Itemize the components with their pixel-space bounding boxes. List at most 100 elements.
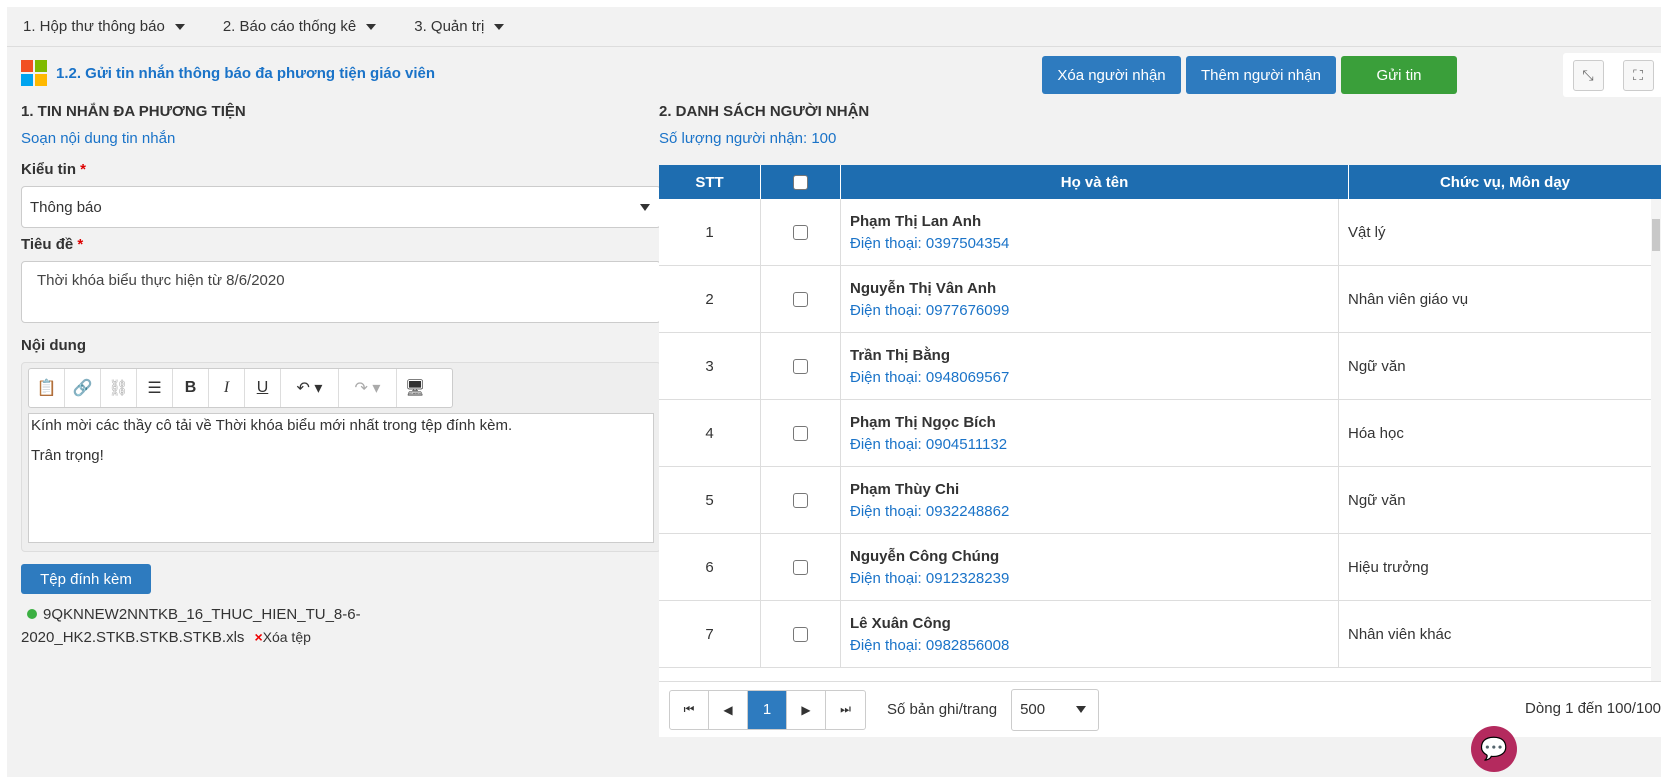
row-name: Nguyễn Thị Vân Anh bbox=[850, 279, 997, 297]
delete-file-label: Xóa tệp bbox=[262, 629, 311, 645]
select-all-checkbox[interactable] bbox=[793, 174, 808, 190]
recipient-count: Số lượng người nhận: 100 bbox=[659, 130, 837, 147]
row-role: Nhân viên giáo vụ bbox=[1348, 290, 1469, 308]
content-line-2: Trân trọng! bbox=[31, 447, 104, 464]
row-checkbox-cell bbox=[761, 400, 841, 466]
table-row: 1 Phạm Thị Lan Anh Điện thoại: 0397504354… bbox=[659, 199, 1661, 266]
status-dot-icon bbox=[27, 609, 37, 619]
row-name-cell: Phạm Thị Ngọc Bích Điện thoại: 0904511132 bbox=[841, 400, 1339, 466]
paste-icon[interactable]: 📋 bbox=[29, 369, 65, 407]
row-name: Lê Xuân Công bbox=[850, 614, 951, 632]
caret-down-icon bbox=[174, 23, 185, 30]
per-page-select[interactable]: 500 bbox=[1011, 688, 1100, 731]
page-title: 1.2. Gửi tin nhắn thông báo đa phương ti… bbox=[56, 64, 436, 82]
unlink-icon[interactable]: ⛓ bbox=[101, 369, 137, 407]
row-name-cell: Lê Xuân Công Điện thoại: 0982856008 bbox=[841, 601, 1339, 667]
row-phone: Điện thoại: 0912328239 bbox=[850, 569, 1010, 587]
underline-icon[interactable]: U bbox=[245, 369, 281, 407]
content-textarea[interactable]: Kính mời các thầy cô tải về Thời khóa bi… bbox=[28, 413, 654, 543]
type-select[interactable]: Thông báo bbox=[21, 186, 661, 228]
row-checkbox[interactable] bbox=[793, 291, 808, 307]
table-scrollbar[interactable] bbox=[1651, 199, 1661, 681]
row-checkbox-cell bbox=[761, 601, 841, 667]
scrollbar-thumb[interactable] bbox=[1652, 219, 1660, 251]
menu-admin[interactable]: 3. Quản trị bbox=[414, 18, 505, 35]
recipient-panel: 2. DANH SÁCH NGƯỜI NHẬN Số lượng người n… bbox=[659, 103, 1661, 737]
col-select-all bbox=[761, 165, 841, 199]
menu-reports-label: 2. Báo cáo thống kê bbox=[222, 18, 357, 35]
row-checkbox[interactable] bbox=[793, 358, 808, 374]
editor-toolbar: 📋 🔗 ⛓ ☰ B I U ↶ ▾ ↷ ▾ 🖥 bbox=[28, 368, 453, 408]
redo-icon[interactable]: ↷ ▾ bbox=[339, 369, 397, 407]
row-checkbox[interactable] bbox=[793, 559, 808, 575]
row-phone: Điện thoại: 0977676099 bbox=[850, 301, 1010, 319]
collapse-icon[interactable]: ⤡ bbox=[1572, 59, 1604, 91]
row-checkbox[interactable] bbox=[793, 224, 808, 240]
chat-bubble-icon[interactable]: 💬 bbox=[1471, 726, 1517, 772]
type-label-text: Kiểu tin bbox=[21, 161, 76, 178]
preview-icon[interactable]: 🖥 bbox=[397, 369, 433, 407]
bold-icon[interactable]: B bbox=[173, 369, 209, 407]
row-checkbox-cell bbox=[761, 199, 841, 265]
content-label: Nội dung bbox=[21, 337, 86, 354]
row-role: Nhân viên khác bbox=[1348, 625, 1452, 643]
fullscreen-icon[interactable]: ⛶ bbox=[1622, 59, 1654, 91]
undo-icon[interactable]: ↶ ▾ bbox=[281, 369, 339, 407]
row-stt: 2 bbox=[659, 266, 761, 332]
last-page-icon[interactable]: ⏭ bbox=[826, 691, 865, 729]
row-name-cell: Phạm Thị Lan Anh Điện thoại: 0397504354 bbox=[841, 199, 1339, 265]
next-page-icon[interactable]: ▶ bbox=[787, 690, 826, 729]
row-checkbox[interactable] bbox=[793, 492, 808, 508]
link-icon[interactable]: 🔗 bbox=[65, 369, 101, 407]
current-page[interactable]: 1 bbox=[748, 690, 787, 729]
row-name-cell: Trần Thị Bằng Điện thoại: 0948069567 bbox=[841, 333, 1339, 399]
add-recipient-button[interactable]: Thêm người nhận bbox=[1186, 56, 1336, 94]
subject-input[interactable]: Thời khóa biểu thực hiện từ 8/6/2020 bbox=[21, 261, 661, 323]
attached-file: 9QKNNEW2NNTKB_16_THUC_HIEN_TU_8-6-2020_H… bbox=[21, 604, 401, 649]
attach-file-button[interactable]: Tệp đính kèm bbox=[21, 564, 151, 594]
subject-label-text: Tiêu đề bbox=[21, 236, 74, 253]
caret-down-icon bbox=[366, 23, 377, 30]
row-name: Phạm Thùy Chi bbox=[850, 480, 960, 498]
delete-recipient-button[interactable]: Xóa người nhận bbox=[1042, 56, 1181, 94]
row-name: Nguyễn Công Chúng bbox=[850, 547, 1000, 565]
first-page-icon[interactable]: ⏮ bbox=[670, 690, 709, 729]
pagination: ⏮ ◀ 1 ▶ ⏭ Số bản ghi/trang 500 Dòng 1 đế… bbox=[659, 681, 1661, 737]
menu-reports[interactable]: 2. Báo cáo thống kê bbox=[222, 18, 377, 35]
italic-icon[interactable]: I bbox=[209, 369, 245, 407]
row-name: Phạm Thị Lan Anh bbox=[850, 212, 982, 230]
row-stt: 5 bbox=[659, 467, 761, 533]
per-page-label: Số bản ghi/trang bbox=[887, 701, 998, 718]
col-name: Họ và tên bbox=[841, 165, 1349, 199]
row-stt: 6 bbox=[659, 534, 761, 600]
menu-admin-label: 3. Quản trị bbox=[414, 18, 485, 35]
table-row: 4 Phạm Thị Ngọc Bích Điện thoại: 09045111… bbox=[659, 400, 1661, 467]
recipient-section-title: 2. DANH SÁCH NGƯỜI NHẬN bbox=[659, 103, 870, 120]
row-name-cell: Nguyễn Công Chúng Điện thoại: 0912328239 bbox=[841, 534, 1339, 600]
page-header: 1.2. Gửi tin nhắn thông báo đa phương ti… bbox=[7, 48, 1661, 98]
row-name: Phạm Thị Ngọc Bích bbox=[850, 413, 996, 431]
table-row: 5 Phạm Thùy Chi Điện thoại: 0932248862 Ng… bbox=[659, 467, 1661, 534]
row-checkbox-cell bbox=[761, 266, 841, 332]
menu-inbox[interactable]: 1. Hộp thư thông báo bbox=[23, 18, 185, 35]
row-name: Trần Thị Bằng bbox=[850, 346, 951, 364]
delete-file-button[interactable]: ×Xóa tệp bbox=[254, 629, 310, 645]
record-summary: Dòng 1 đến 100/100 bbox=[1525, 700, 1661, 717]
required-mark: * bbox=[77, 236, 84, 253]
row-checkbox[interactable] bbox=[793, 626, 808, 642]
row-phone: Điện thoại: 0948069567 bbox=[850, 368, 1010, 386]
content-line-1: Kính mời các thầy cô tải về Thời khóa bi… bbox=[31, 417, 513, 434]
table-header: STT Họ và tên Chức vụ, Môn dạy bbox=[659, 165, 1661, 199]
numbered-list-icon[interactable]: ☰ bbox=[137, 369, 173, 407]
dropdown-arrow-icon bbox=[640, 203, 650, 211]
send-button[interactable]: Gửi tin bbox=[1341, 56, 1457, 94]
recipient-table: STT Họ và tên Chức vụ, Môn dạy 1 Phạm Th… bbox=[659, 165, 1661, 681]
close-icon: × bbox=[254, 629, 263, 645]
prev-page-icon[interactable]: ◀ bbox=[709, 690, 748, 729]
col-stt: STT bbox=[659, 165, 761, 199]
row-stt: 3 bbox=[659, 333, 761, 399]
table-row: 2 Nguyễn Thị Vân Anh Điện thoại: 09776760… bbox=[659, 266, 1661, 333]
row-checkbox[interactable] bbox=[793, 425, 808, 441]
row-name-cell: Phạm Thùy Chi Điện thoại: 0932248862 bbox=[841, 467, 1339, 533]
compose-link[interactable]: Soạn nội dung tin nhắn bbox=[21, 130, 661, 147]
